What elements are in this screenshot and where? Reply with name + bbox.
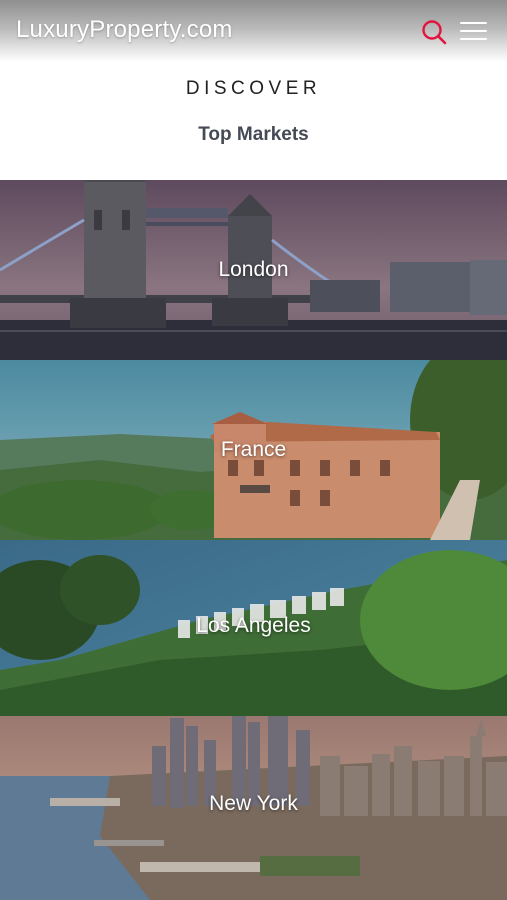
menu-button[interactable] xyxy=(459,20,489,42)
market-card-france[interactable]: France xyxy=(0,360,507,540)
hamburger-menu-icon xyxy=(460,22,487,24)
market-label-new-york: New York xyxy=(209,792,298,815)
section-eyebrow: DISCOVER xyxy=(185,78,322,99)
market-card-los-angeles[interactable]: Los Angeles xyxy=(0,540,507,716)
market-card-london[interactable]: London xyxy=(0,180,507,360)
market-card-new-york[interactable]: New York xyxy=(0,716,507,900)
intro-section: DISCOVER Top Markets xyxy=(0,62,507,180)
search-button[interactable] xyxy=(420,18,448,46)
market-label-los-angeles: Los Angeles xyxy=(196,614,311,637)
section-heading: Top Markets xyxy=(198,124,309,145)
market-label-london: London xyxy=(218,258,289,281)
market-label-france: France xyxy=(220,438,287,461)
search-icon xyxy=(422,20,447,45)
site-header: LuxuryProperty.com xyxy=(0,0,507,62)
site-logo[interactable]: LuxuryProperty.com xyxy=(16,16,233,44)
